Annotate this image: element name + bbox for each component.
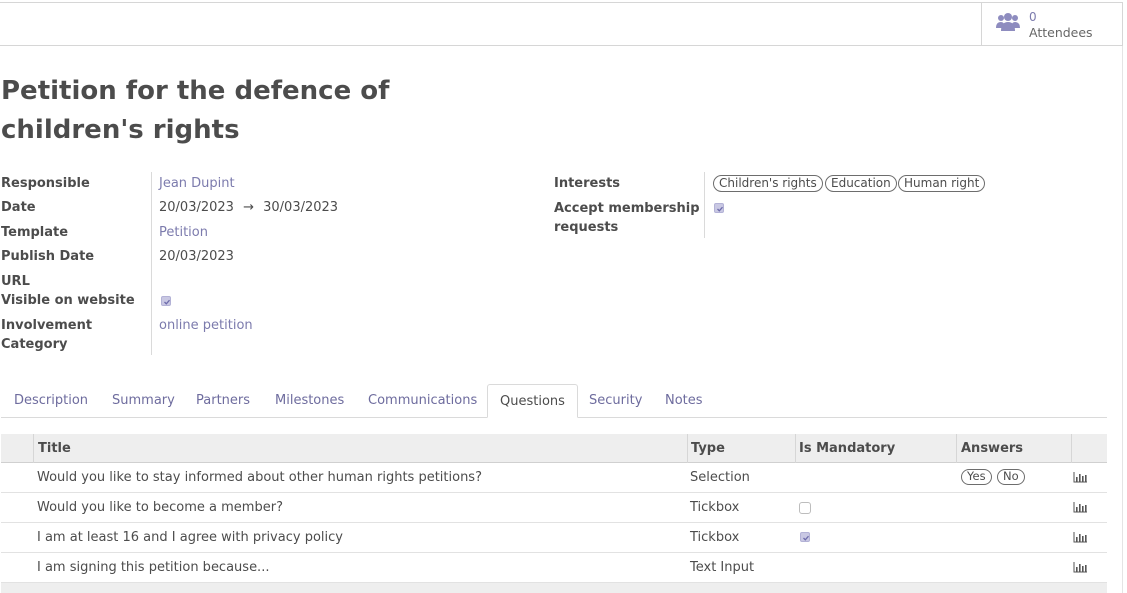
bar-chart-icon[interactable]: [1073, 472, 1087, 487]
tab-description[interactable]: Description: [14, 384, 88, 418]
table-header: Title Type Is Mandatory Answers: [1, 434, 1107, 463]
bar-chart-icon[interactable]: [1073, 562, 1087, 577]
column-title[interactable]: Title: [38, 434, 71, 463]
involvement-category-field[interactable]: online petition: [159, 316, 253, 335]
column-separator: [33, 434, 34, 463]
column-separator: [956, 434, 957, 463]
tab-milestones[interactable]: Milestones: [275, 384, 344, 418]
column-type[interactable]: Type: [691, 434, 725, 463]
question-type: Tickbox: [690, 500, 740, 515]
accept-membership-label: Accept membership requests: [554, 201, 700, 235]
attendees-count: 0: [1029, 10, 1037, 24]
label-separator: [151, 172, 152, 355]
responsible-field[interactable]: Jean Dupint: [159, 174, 235, 193]
interest-tag[interactable]: Children's rights: [713, 175, 823, 192]
label-separator: [704, 172, 705, 238]
attendees-button[interactable]: 0 Attendees: [981, 3, 1123, 46]
responsible-label: Responsible: [1, 176, 90, 191]
table-row[interactable]: Would you like to stay informed about ot…: [1, 463, 1107, 493]
check-icon: [717, 206, 723, 212]
date-range-field[interactable]: 20/03/2023 → 30/03/2023: [159, 198, 338, 217]
page-title: Petition for the defence of children's r…: [1, 76, 390, 145]
date-end: 30/03/2023: [263, 200, 339, 215]
table-row[interactable]: Would you like to become a member? Tickb…: [1, 493, 1107, 523]
bar-chart-icon[interactable]: [1073, 532, 1087, 547]
publish-date-label: Publish Date: [1, 249, 95, 264]
date-label: Date: [1, 200, 36, 215]
interest-tag[interactable]: Human right: [898, 175, 986, 192]
column-separator: [795, 434, 796, 463]
url-label: URL: [1, 274, 30, 289]
users-icon: [996, 12, 1020, 36]
tab-questions[interactable]: Questions: [487, 384, 578, 418]
column-answers[interactable]: Answers: [961, 434, 1023, 463]
column-is-mandatory[interactable]: Is Mandatory: [799, 434, 895, 463]
column-separator: [687, 434, 688, 463]
check-icon: [803, 535, 809, 541]
question-title: I am signing this petition because...: [37, 560, 270, 575]
url-field[interactable]: [159, 272, 359, 291]
question-title: Would you like to become a member?: [37, 500, 283, 515]
table-row[interactable]: I am signing this petition because... Te…: [1, 553, 1107, 583]
involvement-category-label: Involvement Category: [1, 318, 93, 352]
question-type: Tickbox: [690, 530, 740, 545]
tab-security[interactable]: Security: [589, 384, 642, 418]
visible-on-website-checkbox[interactable]: [161, 296, 171, 306]
tab-partners[interactable]: Partners: [196, 384, 250, 418]
notebook-tabs: Description Summary Partners Milestones …: [1, 384, 1107, 418]
sheet-border: [1122, 46, 1123, 593]
table-row[interactable]: I am at least 16 and I agree with privac…: [1, 523, 1107, 553]
control-panel: 0 Attendees: [0, 2, 1123, 46]
tab-communications[interactable]: Communications: [368, 384, 477, 418]
answer-tag[interactable]: Yes: [961, 469, 992, 485]
check-icon: [164, 299, 170, 305]
question-title: I am at least 16 and I agree with privac…: [37, 530, 343, 545]
arrow-right-icon: →: [243, 200, 254, 215]
table-footer: [1, 583, 1107, 593]
question-title: Would you like to stay informed about ot…: [37, 470, 482, 485]
tab-notes[interactable]: Notes: [665, 384, 703, 418]
interests-label: Interests: [554, 176, 621, 191]
answer-tag[interactable]: No: [997, 469, 1025, 485]
mandatory-checkbox[interactable]: [800, 532, 810, 542]
interest-tag[interactable]: Education: [825, 175, 897, 192]
tab-summary[interactable]: Summary: [112, 384, 175, 418]
template-field[interactable]: Petition: [159, 223, 208, 242]
attendees-label: Attendees: [1029, 25, 1093, 40]
accept-membership-checkbox[interactable]: [714, 203, 724, 213]
column-separator: [1071, 434, 1072, 463]
question-type: Text Input: [690, 560, 755, 575]
publish-date-field[interactable]: 20/03/2023: [159, 247, 234, 266]
visible-on-website-label: Visible on website: [1, 293, 135, 308]
date-start: 20/03/2023: [159, 200, 234, 215]
mandatory-checkbox[interactable]: [799, 502, 811, 514]
bar-chart-icon[interactable]: [1073, 502, 1087, 517]
template-label: Template: [1, 225, 69, 240]
question-type: Selection: [690, 470, 750, 485]
